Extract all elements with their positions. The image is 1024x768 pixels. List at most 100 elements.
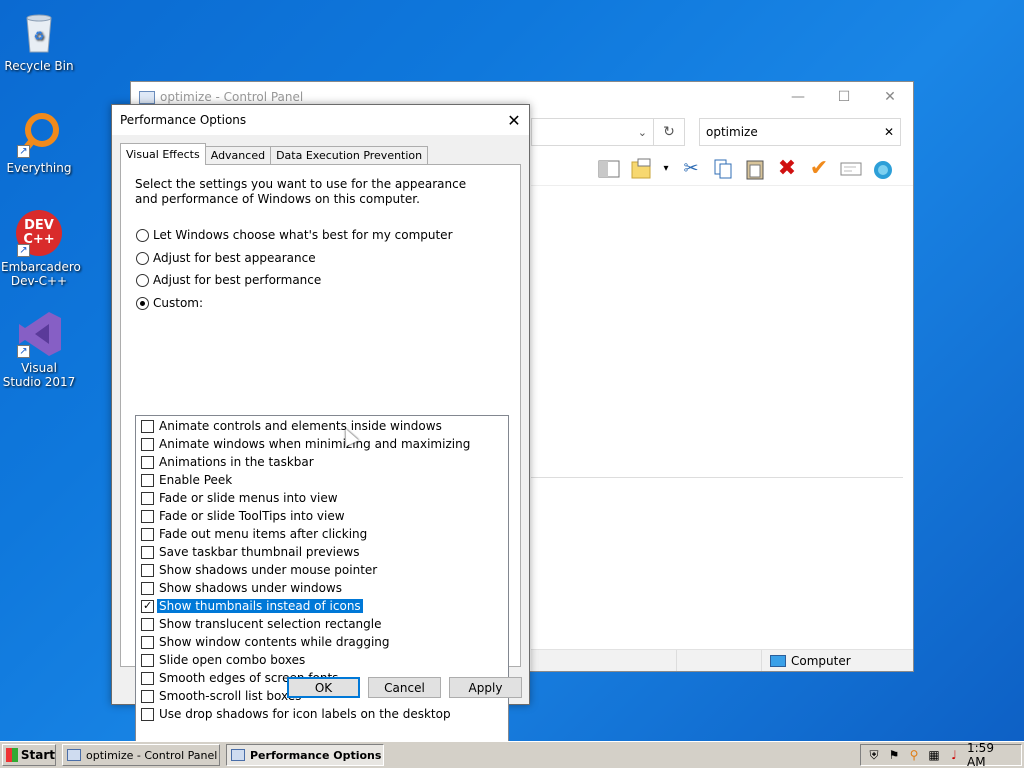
status-segment [677,650,762,671]
address-row: ⌄ ↻ optimize ✕ [531,118,901,146]
control-panel-title: optimize - Control Panel [160,90,304,104]
svg-text:♻: ♻ [34,29,45,43]
effect-item[interactable]: Save taskbar thumbnail previews [141,544,359,560]
effect-item[interactable]: Smooth-scroll list boxes [141,688,301,704]
flag-icon[interactable]: ⚑ [887,748,901,763]
effect-item[interactable]: Slide open combo boxes [141,652,305,668]
effect-item-selected[interactable]: Show thumbnails instead of icons [141,598,364,614]
checkbox[interactable] [141,455,154,469]
checkbox[interactable] [141,707,154,721]
effect-item[interactable]: Show window contents while dragging [141,634,390,650]
checkmark-icon[interactable]: ✔ [807,156,831,181]
radio-best-performance[interactable]: Adjust for best performance [136,273,321,287]
checkbox[interactable] [141,653,154,667]
effect-item[interactable]: Fade or slide menus into view [141,490,338,506]
desktop-icon-recycle-bin[interactable]: ♻ Recycle Bin [1,8,77,73]
checkbox[interactable] [141,563,154,577]
radio-button[interactable] [136,273,149,287]
refresh-button[interactable]: ↻ [653,118,685,146]
checkbox[interactable] [141,671,154,685]
checkbox[interactable] [141,617,154,631]
checkbox-checked[interactable] [141,599,154,613]
minimize-button[interactable]: — [775,82,821,112]
checkbox[interactable] [141,689,154,703]
tab-visual-effects[interactable]: Visual Effects [120,143,206,165]
visual-studio-icon: ↗ [15,310,63,358]
delete-icon[interactable]: ✖ [775,156,799,181]
checkbox[interactable] [141,419,154,433]
checkbox[interactable] [141,527,154,541]
checkbox[interactable] [141,545,154,559]
search-box[interactable]: optimize ✕ [699,118,901,146]
ok-button[interactable]: OK [287,677,360,698]
clock[interactable]: 1:59 AM [967,741,1013,768]
checkbox[interactable] [141,509,154,523]
radio-custom[interactable]: Custom: [136,296,203,310]
effect-item[interactable]: Enable Peek [141,472,232,488]
cut-icon[interactable]: ✂ [679,157,703,181]
recycle-bin-icon: ♻ [15,8,63,56]
search-input[interactable]: optimize [706,125,884,139]
desktop-icon-devcpp[interactable]: DEV C++ ↗ Embarcadero Dev-C++ [1,209,81,288]
radio-button[interactable] [136,296,149,310]
desktop-icon-everything[interactable]: ↗ Everything [1,110,77,175]
radio-windows-choose[interactable]: Let Windows choose what's best for my co… [136,228,453,242]
preview-pane-icon[interactable] [597,157,621,181]
dialog-close-button[interactable]: ✕ [499,105,529,135]
visual-effects-panel: Select the settings you want to use for … [120,164,521,753]
effect-item[interactable]: Fade out menu items after clicking [141,526,367,542]
taskbar-item-control-panel[interactable]: optimize - Control Panel [62,744,220,766]
performance-options-dialog: Performance Options ✕ Visual Effects Adv… [111,104,530,753]
effect-item[interactable]: Show translucent selection rectangle [141,616,382,632]
radio-button[interactable] [136,251,149,265]
effect-item[interactable]: Use drop shadows for icon labels on the … [141,706,451,722]
radio-label: Adjust for best appearance [153,251,316,265]
chevron-down-icon[interactable]: ⌄ [638,126,647,139]
effect-item[interactable]: Fade or slide ToolTips into view [141,508,345,524]
effect-item[interactable]: Show shadows under mouse pointer [141,562,377,578]
taskbar-item-label: optimize - Control Panel [86,748,218,762]
radio-label: Let Windows choose what's best for my co… [153,228,453,242]
checkbox[interactable] [141,473,154,487]
computer-icon [770,654,786,667]
folder-view-icon[interactable] [629,157,653,181]
shell-icon[interactable] [871,157,895,181]
taskbar-item-performance-options[interactable]: Performance Options [226,744,384,766]
checkbox[interactable] [141,491,154,505]
effect-item[interactable]: Animate controls and elements inside win… [141,418,442,434]
desktop-icon-label: Everything [6,161,72,175]
effect-label: Enable Peek [159,473,233,487]
apply-button[interactable]: Apply [449,677,522,698]
radio-label: Custom: [153,296,204,310]
dialog-titlebar[interactable]: Performance Options [112,105,529,135]
address-bar[interactable]: ⌄ [531,118,653,146]
security-shield-icon[interactable]: ⛨ [867,748,881,763]
search-icon[interactable]: ⚲ [907,748,921,763]
effects-listbox[interactable]: Animate controls and elements inside win… [135,415,509,753]
clear-search-icon[interactable]: ✕ [884,125,894,139]
checkbox[interactable] [141,635,154,649]
properties-icon[interactable] [839,157,863,181]
start-button[interactable]: Start [2,744,56,766]
tab-advanced[interactable]: Advanced [204,146,272,165]
cancel-button[interactable]: Cancel [368,677,441,698]
windows-logo-icon [6,748,18,762]
close-button[interactable]: ✕ [867,82,913,112]
refresh-icon: ↻ [663,124,675,140]
effect-item[interactable]: Animate windows when minimizing and maxi… [141,436,470,452]
effect-item[interactable]: Animations in the taskbar [141,454,314,470]
checkbox[interactable] [141,581,154,595]
radio-best-appearance[interactable]: Adjust for best appearance [136,251,316,265]
effect-item[interactable]: Show shadows under windows [141,580,342,596]
checkbox[interactable] [141,437,154,451]
tab-strip: Visual Effects Advanced Data Execution P… [120,143,429,165]
volume-icon[interactable]: ♩ [947,748,961,763]
dropdown-arrow-icon[interactable]: ▾ [661,157,671,181]
maximize-button[interactable]: ☐ [821,82,867,112]
paste-icon[interactable] [743,157,767,181]
copy-icon[interactable] [711,157,735,181]
desktop-icon-visual-studio[interactable]: ↗ Visual Studio 2017 [1,310,77,389]
radio-button[interactable] [136,228,149,242]
tab-data-execution-prevention[interactable]: Data Execution Prevention [270,146,429,165]
network-icon[interactable]: ▦ [927,748,941,763]
